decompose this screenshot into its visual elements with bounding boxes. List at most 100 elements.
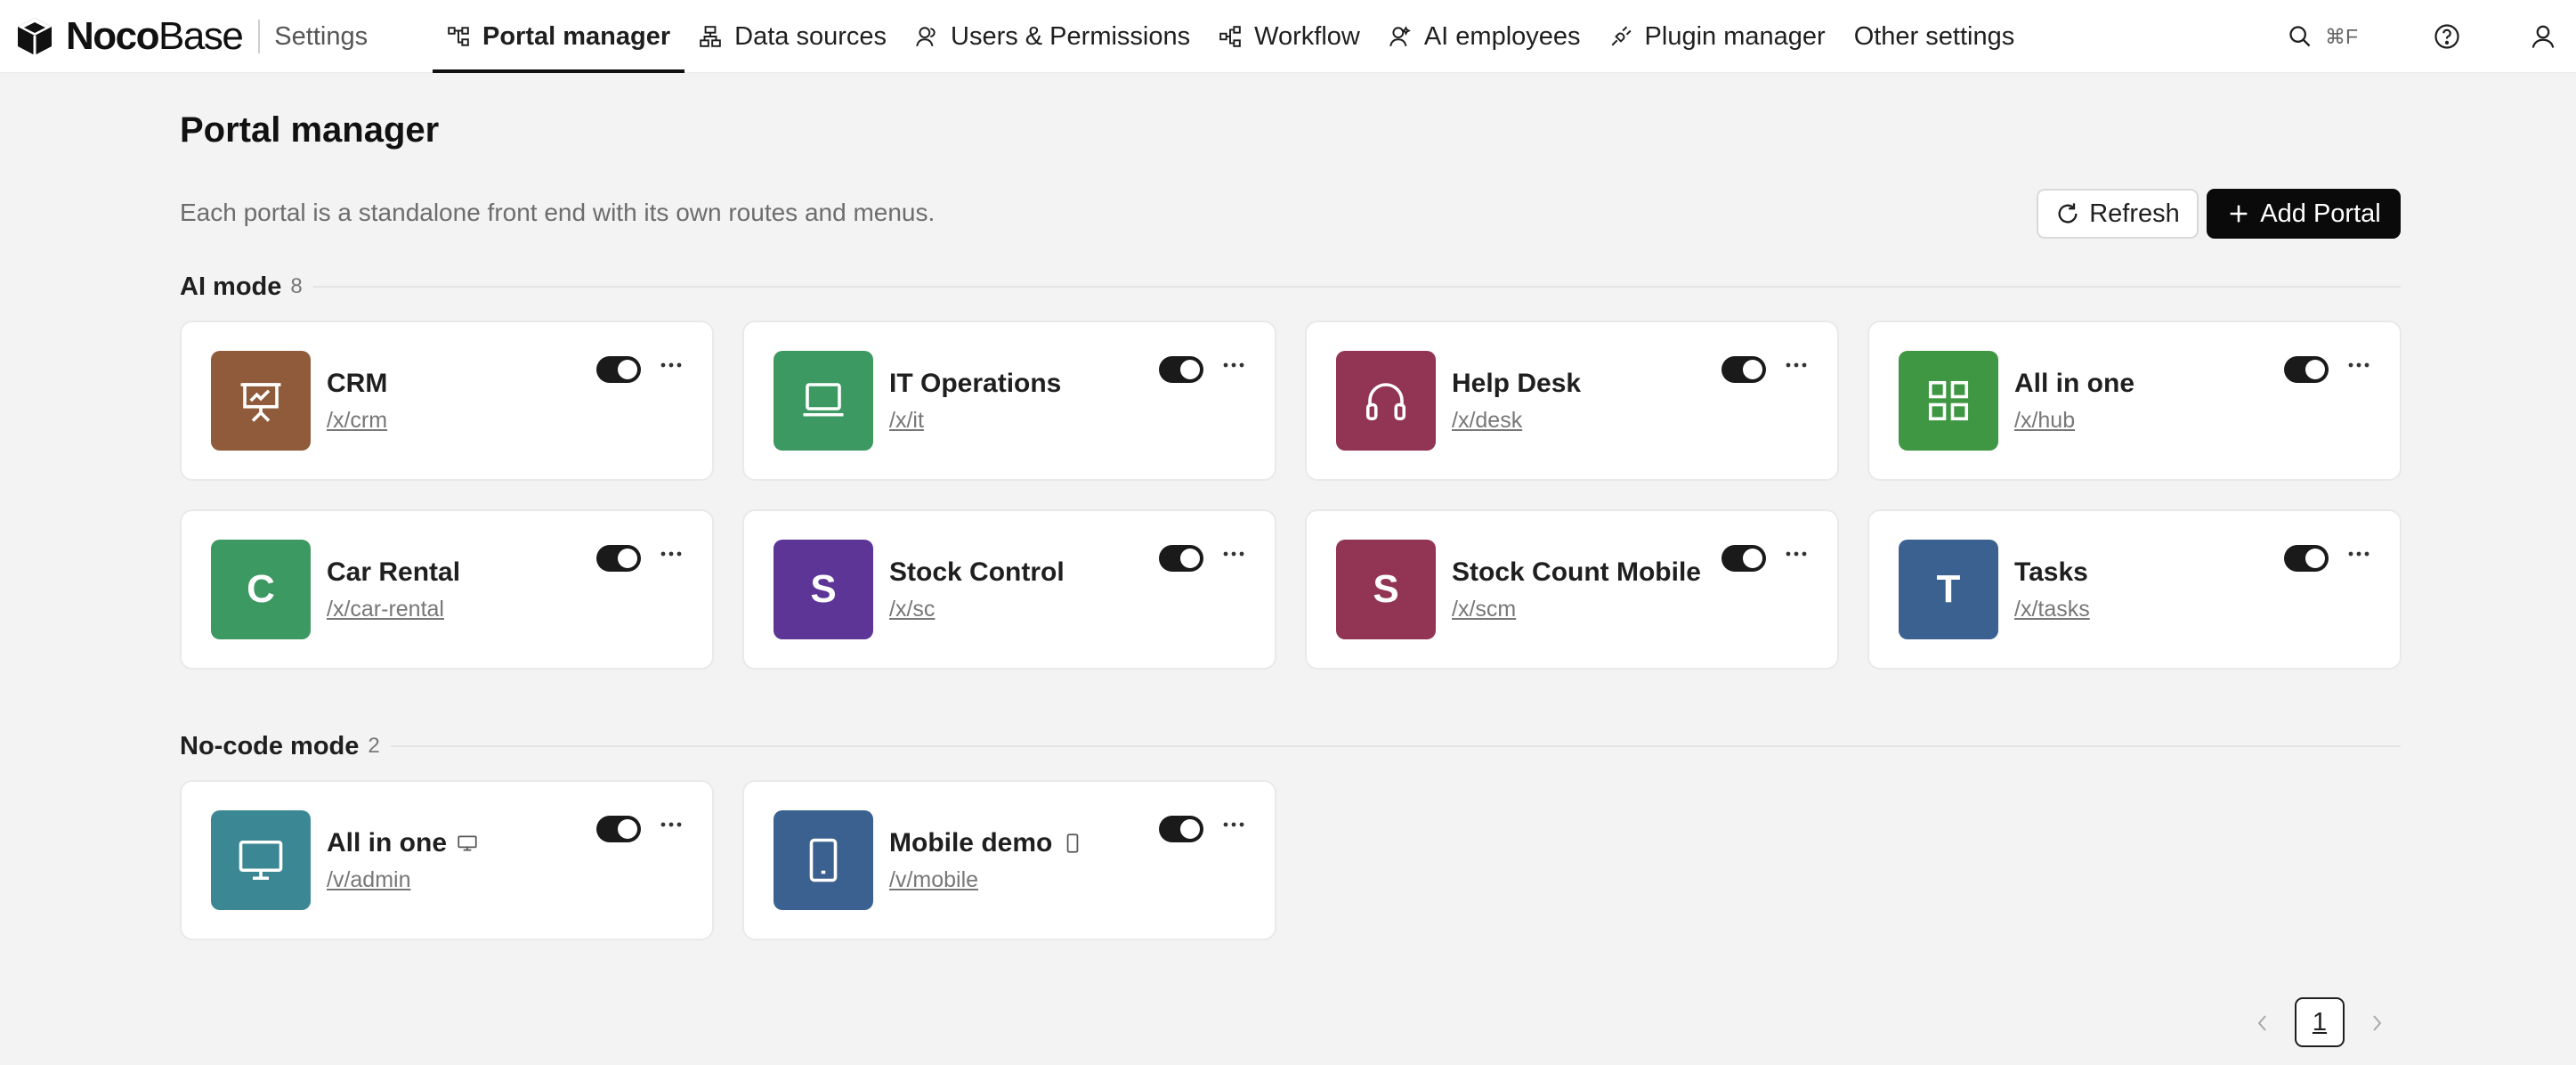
presentation-chart-icon bbox=[240, 383, 281, 422]
portal-path-link[interactable]: /x/it bbox=[889, 408, 924, 434]
portal-title: Mobile demo bbox=[889, 828, 1084, 858]
section-count: 8 bbox=[290, 274, 303, 298]
more-options-button[interactable] bbox=[1778, 349, 1814, 381]
monitor-icon bbox=[239, 840, 283, 881]
help-button[interactable] bbox=[2430, 20, 2464, 53]
portal-title: Tasks bbox=[2014, 557, 2088, 587]
nav-label: Portal manager bbox=[482, 21, 671, 51]
portal-path-link[interactable]: /x/scm bbox=[1452, 597, 1516, 622]
grid-icon bbox=[1928, 380, 1969, 421]
portal-card-stock-count-mobile[interactable]: S Stock Count Mobile /x/scm bbox=[1305, 509, 1839, 670]
portal-enabled-toggle[interactable] bbox=[1159, 356, 1203, 383]
section-divider bbox=[390, 745, 2401, 747]
user-menu-button[interactable] bbox=[2526, 20, 2560, 53]
mobile-icon bbox=[809, 838, 838, 882]
more-options-button[interactable] bbox=[1216, 809, 1252, 841]
portal-path-link[interactable]: /v/mobile bbox=[889, 867, 978, 893]
portal-enabled-toggle[interactable] bbox=[1721, 545, 1766, 572]
desktop-icon bbox=[456, 832, 479, 855]
portal-card-all-in-one-admin[interactable]: All in one /v/admin bbox=[180, 780, 714, 940]
help-icon bbox=[2434, 24, 2459, 49]
nav-label: Plugin manager bbox=[1644, 21, 1826, 51]
section-title: No-code mode bbox=[180, 731, 360, 760]
portal-path-link[interactable]: /x/crm bbox=[327, 408, 387, 434]
portal-card-tasks[interactable]: T Tasks /x/tasks bbox=[1867, 509, 2402, 670]
portal-avatar: T bbox=[1899, 540, 1998, 639]
portal-card-mobile-demo[interactable]: Mobile demo /v/mobile bbox=[742, 780, 1276, 940]
nav-ai-employees[interactable]: AI employees bbox=[1374, 0, 1595, 73]
more-options-button[interactable] bbox=[1216, 349, 1252, 381]
portal-path-link[interactable]: /x/desk bbox=[1452, 408, 1522, 434]
more-options-button[interactable] bbox=[2341, 349, 2377, 381]
users-icon bbox=[915, 25, 938, 48]
nav-label: Users & Permissions bbox=[951, 21, 1191, 51]
more-options-button[interactable] bbox=[1778, 538, 1814, 570]
portal-enabled-toggle[interactable] bbox=[1721, 356, 1766, 383]
brand-divider bbox=[258, 20, 261, 53]
logo[interactable]: Noco Base Settings bbox=[12, 11, 368, 62]
section-divider bbox=[312, 286, 2401, 288]
search-shortcut: ⌘F bbox=[2325, 24, 2359, 48]
more-icon bbox=[1223, 822, 1244, 827]
portal-path-link[interactable]: /x/car-rental bbox=[327, 597, 444, 622]
mobile-small-icon bbox=[1061, 832, 1084, 855]
nav-portal-manager[interactable]: Portal manager bbox=[433, 0, 685, 73]
data-sources-icon bbox=[699, 25, 722, 48]
portal-path-link[interactable]: /x/sc bbox=[889, 597, 935, 622]
portal-avatar bbox=[774, 810, 873, 910]
headphones-icon bbox=[1365, 383, 1406, 421]
top-bar: Noco Base Settings Portal manager Data s… bbox=[0, 0, 2576, 73]
portal-path-link[interactable]: /x/hub bbox=[2014, 408, 2075, 434]
more-icon bbox=[1223, 362, 1244, 368]
portal-enabled-toggle[interactable] bbox=[2284, 545, 2329, 572]
more-options-button[interactable] bbox=[653, 349, 689, 381]
portal-title: Stock Control bbox=[889, 557, 1065, 587]
portal-enabled-toggle[interactable] bbox=[596, 816, 641, 842]
more-options-button[interactable] bbox=[653, 809, 689, 841]
nav-label: Workflow bbox=[1254, 21, 1360, 51]
portal-enabled-toggle[interactable] bbox=[596, 356, 641, 383]
pagination-prev-button[interactable] bbox=[2245, 1001, 2280, 1045]
more-options-button[interactable] bbox=[2341, 538, 2377, 570]
main-nav: Portal manager Data sources Users & Perm… bbox=[433, 0, 2029, 73]
nav-workflow[interactable]: Workflow bbox=[1204, 0, 1374, 73]
more-options-button[interactable] bbox=[1216, 538, 1252, 570]
section-title: AI mode bbox=[180, 272, 282, 301]
pagination-next-button[interactable] bbox=[2359, 1001, 2394, 1045]
more-options-button[interactable] bbox=[653, 538, 689, 570]
portal-card-help-desk[interactable]: Help Desk /x/desk bbox=[1305, 321, 1839, 481]
add-portal-button[interactable]: Add Portal bbox=[2207, 189, 2401, 239]
portal-card-stock-control[interactable]: S Stock Control /x/sc bbox=[742, 509, 1276, 670]
page-description: Each portal is a standalone front end wi… bbox=[180, 199, 936, 226]
portal-path-link[interactable]: /x/tasks bbox=[2014, 597, 2090, 622]
portal-avatar bbox=[774, 351, 873, 451]
chevron-right-icon bbox=[2373, 1015, 2382, 1031]
portal-title: All in one bbox=[327, 828, 479, 858]
portal-enabled-toggle[interactable] bbox=[2284, 356, 2329, 383]
nav-data-sources[interactable]: Data sources bbox=[685, 0, 901, 73]
more-icon bbox=[660, 822, 682, 827]
portal-avatar bbox=[1336, 351, 1436, 451]
portal-path-link[interactable]: /v/admin bbox=[327, 867, 410, 893]
portal-enabled-toggle[interactable] bbox=[596, 545, 641, 572]
portal-card-crm[interactable]: CRM /x/crm bbox=[180, 321, 714, 481]
brand-name-light: Base bbox=[158, 14, 244, 58]
refresh-button[interactable]: Refresh bbox=[2037, 189, 2199, 239]
more-icon bbox=[1786, 362, 1807, 368]
nav-plugin-manager[interactable]: Plugin manager bbox=[1595, 0, 1840, 73]
pagination-page-current[interactable]: 1 bbox=[2295, 997, 2345, 1047]
section-ai-mode: AI mode 8 bbox=[180, 269, 2401, 305]
section-no-code-mode: No-code mode 2 bbox=[180, 728, 2401, 764]
portal-enabled-toggle[interactable] bbox=[1159, 545, 1203, 572]
nav-users-permissions[interactable]: Users & Permissions bbox=[901, 0, 1204, 73]
more-icon bbox=[660, 362, 682, 368]
nav-label: Other settings bbox=[1853, 21, 2015, 51]
nav-label: Data sources bbox=[734, 21, 887, 51]
portal-card-car-rental[interactable]: C Car Rental /x/car-rental bbox=[180, 509, 714, 670]
portal-card-all-in-one-hub[interactable]: All in one /x/hub bbox=[1867, 321, 2402, 481]
nav-other-settings[interactable]: Other settings bbox=[1840, 0, 2029, 73]
portal-card-it-operations[interactable]: IT Operations /x/it bbox=[742, 321, 1276, 481]
brand-name-bold: Noco bbox=[66, 14, 160, 58]
global-search[interactable]: ⌘F bbox=[2288, 20, 2386, 53]
portal-enabled-toggle[interactable] bbox=[1159, 816, 1203, 842]
